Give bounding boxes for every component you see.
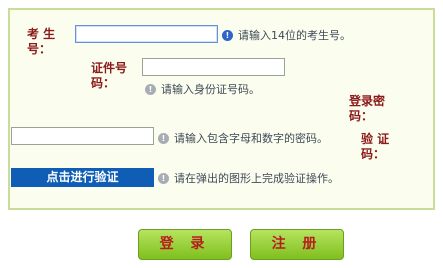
password-input[interactable] xyxy=(11,127,154,145)
captcha-hint: ! 请在弹出的图形上完成验证操作。 xyxy=(158,170,339,186)
verify-button[interactable]: 点击进行验证 xyxy=(11,168,154,187)
exam-number-label: 考 生 号： xyxy=(27,27,56,56)
captcha-label: 验 证 码： xyxy=(361,132,390,161)
captcha-hint-text: 请在弹出的图形上完成验证操作。 xyxy=(174,172,339,185)
info-icon: ! xyxy=(158,172,169,184)
info-icon: ! xyxy=(145,83,156,95)
password-hint: ! 请输入包含字母和数字的密码。 xyxy=(158,130,328,146)
password-hint-text: 请输入包含字母和数字的密码。 xyxy=(174,132,328,145)
exam-number-hint: ! 请输入14位的考生号。 xyxy=(222,27,351,43)
id-number-input[interactable] xyxy=(142,58,285,76)
info-icon: ! xyxy=(158,132,169,144)
exam-number-hint-text: 请输入14位的考生号。 xyxy=(238,29,351,42)
exam-number-input[interactable] xyxy=(75,25,218,43)
register-button[interactable]: 注 册 xyxy=(250,229,344,260)
id-number-label: 证件号 码： xyxy=(91,61,128,90)
info-icon: ! xyxy=(222,29,233,41)
id-number-hint-text: 请输入身份证号码。 xyxy=(161,83,260,96)
login-button[interactable]: 登 录 xyxy=(138,229,232,260)
password-label: 登录密 码： xyxy=(349,94,386,123)
id-number-hint: ! 请输入身份证号码。 xyxy=(145,81,260,97)
